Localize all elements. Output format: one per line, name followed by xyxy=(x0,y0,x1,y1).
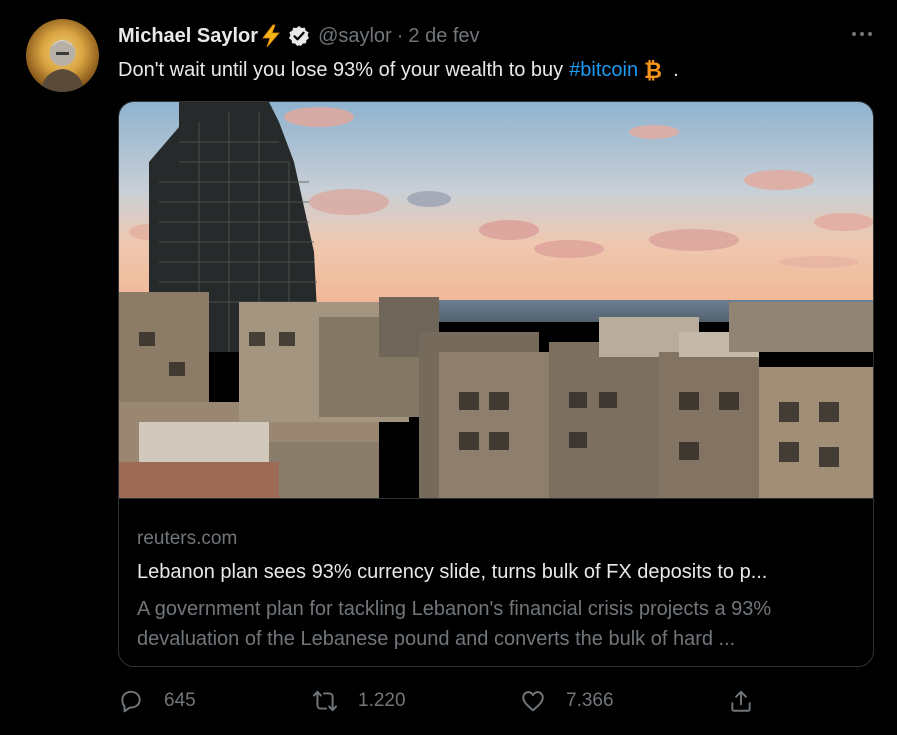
like-count: 7.366 xyxy=(566,690,614,711)
author-name[interactable]: Michael Saylor xyxy=(118,25,258,48)
tweet-text-end: . xyxy=(673,59,679,81)
tweet[interactable]: Michael Saylor @saylor · 2 de fev Don't … xyxy=(0,0,897,735)
share-button[interactable] xyxy=(728,688,754,714)
reply-count: 645 xyxy=(164,690,196,711)
hashtag-link[interactable]: #bitcoin xyxy=(569,56,638,84)
card-image[interactable] xyxy=(119,102,873,498)
tweet-date[interactable]: 2 de fev xyxy=(408,25,479,48)
author-handle[interactable]: @saylor xyxy=(318,25,392,48)
card-divider xyxy=(119,498,873,499)
link-card[interactable]: reuters.com Lebanon plan sees 93% curren… xyxy=(118,101,874,667)
retweet-icon xyxy=(312,690,338,712)
card-description: A government plan for tackling Lebanon's… xyxy=(137,598,772,650)
bitcoin-emoji-icon: ₿ xyxy=(641,58,665,84)
more-options-icon[interactable] xyxy=(850,24,874,44)
card-domain: reuters.com xyxy=(137,528,238,549)
card-headline[interactable]: Lebanon plan sees 93% currency slide, tu… xyxy=(137,561,767,584)
heart-icon xyxy=(522,691,544,712)
retweet-button[interactable]: 1.220 xyxy=(312,688,406,714)
retweet-count: 1.220 xyxy=(358,690,406,711)
tweet-text-body: Don't wait until you lose 93% of your we… xyxy=(118,59,564,81)
avatar[interactable] xyxy=(26,19,99,92)
verified-badge-icon[interactable] xyxy=(288,25,310,47)
lightning-emoji-icon xyxy=(260,24,282,48)
svg-text:₿: ₿ xyxy=(644,59,662,82)
header-separator: · xyxy=(396,24,404,47)
tweet-header: Michael Saylor @saylor · 2 de fev xyxy=(118,22,480,50)
share-icon xyxy=(731,690,751,712)
tweet-actions: 645 1.220 7.366 xyxy=(0,688,897,718)
reply-button[interactable]: 645 xyxy=(118,688,196,714)
like-button[interactable]: 7.366 xyxy=(520,688,614,714)
tweet-text: Don't wait until you lose 93% of your we… xyxy=(118,56,679,84)
reply-icon xyxy=(121,690,141,713)
